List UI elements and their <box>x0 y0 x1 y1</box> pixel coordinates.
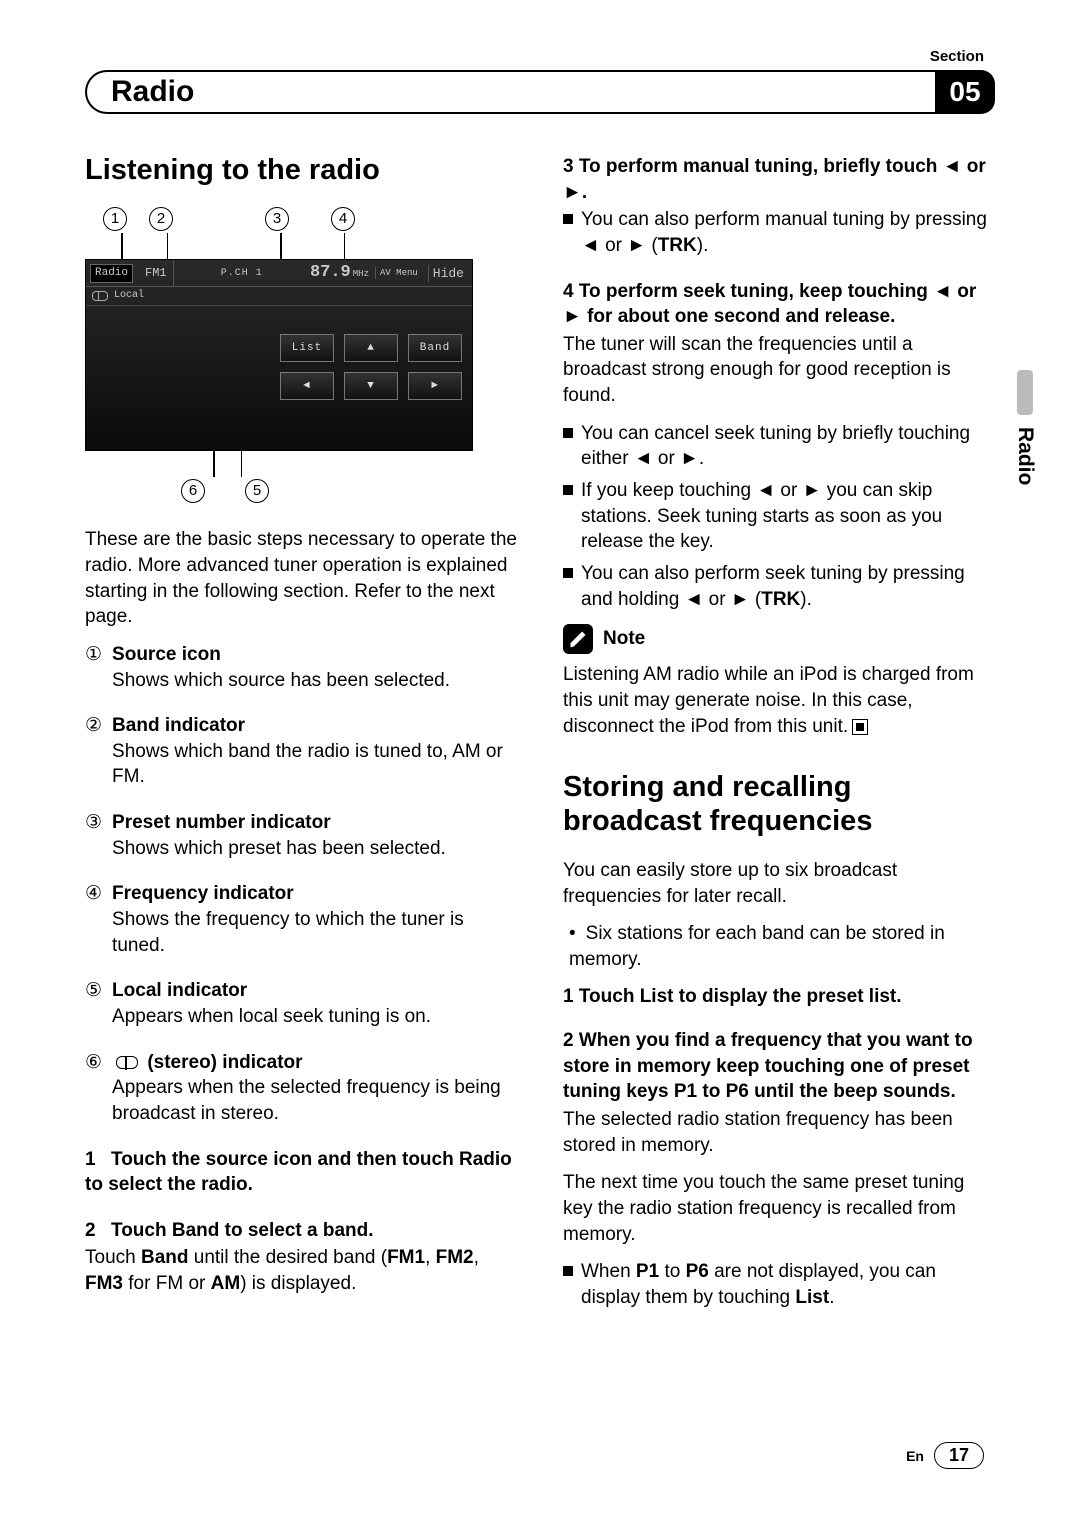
step-3-bullet-1: You can also perform manual tuning by pr… <box>563 207 995 258</box>
item-2-num: ② <box>85 713 102 808</box>
item-3-desc: Shows which preset has been selected. <box>112 836 517 862</box>
item-5-desc: Appears when local seek tuning is on. <box>112 1004 517 1030</box>
item-1-title: Source icon <box>112 642 517 668</box>
storing-intro: You can easily store up to six broadcast… <box>563 858 995 909</box>
item-6-desc: Appears when the selected frequency is b… <box>112 1075 517 1126</box>
step-2-title: 2Touch Band to select a band. <box>85 1218 517 1244</box>
screen-list-button: List <box>280 334 334 362</box>
square-bullet-icon <box>563 568 573 578</box>
stereo-inline-icon <box>116 1056 138 1069</box>
note-text: Listening AM radio while an iPod is char… <box>563 662 995 739</box>
item-2-desc: Shows which band the radio is tuned to, … <box>112 739 517 790</box>
item-3-num: ③ <box>85 810 102 879</box>
section-title: Radio <box>111 75 194 109</box>
callout-1: 1 <box>103 207 127 231</box>
callout-4: 4 <box>331 207 355 231</box>
callout-6: 6 <box>181 479 205 503</box>
square-bullet-icon <box>563 1266 573 1276</box>
callout-2: 2 <box>149 207 173 231</box>
item-4-title: Frequency indicator <box>112 881 517 907</box>
screen-down-button: ▼ <box>344 372 398 400</box>
item-5-title: Local indicator <box>112 978 517 1004</box>
note-label: Note <box>603 626 645 652</box>
item-4-num: ④ <box>85 881 102 976</box>
screen-frequency: 87.9 <box>310 262 351 285</box>
step-4-bullet-2: If you keep touching ◄ or ► you can skip… <box>563 478 995 555</box>
screen-hide: Hide <box>428 265 468 283</box>
item-3-title: Preset number indicator <box>112 810 517 836</box>
screen-av-menu: AV Menu <box>375 267 422 279</box>
item-5-num: ⑤ <box>85 978 102 1047</box>
store-bullet-1: When P1 to P6 are not displayed, you can… <box>563 1259 995 1310</box>
heading-listening: Listening to the radio <box>85 154 517 187</box>
section-number-badge: 05 <box>935 70 995 114</box>
note-icon <box>563 624 593 654</box>
store-step-2: 2 When you find a frequency that you wan… <box>563 1028 995 1105</box>
section-label: Section <box>930 48 984 65</box>
stereo-icon <box>92 291 108 301</box>
step-4-title: 4 To perform seek tuning, keep touching … <box>563 279 995 330</box>
section-header-bar: Radio 05 <box>85 70 995 114</box>
item-4-desc: Shows the frequency to which the tuner i… <box>112 907 517 958</box>
heading-storing: Storing and recalling broadcast frequenc… <box>563 771 995 838</box>
footer-language: En <box>906 1448 924 1464</box>
step-3-title: 3 To perform manual tuning, briefly touc… <box>563 154 995 205</box>
callout-3: 3 <box>265 207 289 231</box>
step-4-bullet-3: You can also perform seek tuning by pres… <box>563 561 995 612</box>
screen-left-button: ◄ <box>280 372 334 400</box>
side-tab-text: Radio <box>1013 427 1037 485</box>
page-footer: En 17 <box>906 1442 984 1469</box>
callout-5: 5 <box>245 479 269 503</box>
storing-bullet: Six stations for each band can be stored… <box>563 921 995 972</box>
intro-paragraph: These are the basic steps necessary to o… <box>85 527 517 630</box>
note-block: Note <box>563 624 995 654</box>
store-step-1: 1 Touch List to display the preset list. <box>563 984 995 1010</box>
screen-band-button: Band <box>408 334 462 362</box>
square-bullet-icon <box>563 428 573 438</box>
screen-local: Local <box>114 289 144 303</box>
step-2-body: Touch Band until the desired band (FM1, … <box>85 1245 517 1296</box>
radio-screen: Radio FM1 P.CH 1 87.9 MHz AV Menu Hide L… <box>85 259 473 451</box>
item-6-title: (stereo) indicator <box>112 1050 517 1076</box>
screen-band: FM1 <box>139 260 174 286</box>
left-column: Listening to the radio 1 2 3 4 Radio <box>85 154 517 1317</box>
page-number: 17 <box>934 1442 984 1469</box>
end-section-icon <box>852 719 868 735</box>
side-tab-marker <box>1017 370 1033 415</box>
screen-preset: P.CH 1 <box>180 267 304 281</box>
screen-right-button: ► <box>408 372 462 400</box>
screen-up-button: ▲ <box>344 334 398 362</box>
item-6-num: ⑥ <box>85 1050 102 1145</box>
step-4-bullet-1: You can cancel seek tuning by briefly to… <box>563 421 995 472</box>
screen-source-icon: Radio <box>90 264 133 283</box>
side-tab: Radio <box>1010 370 1040 520</box>
square-bullet-icon <box>563 485 573 495</box>
square-bullet-icon <box>563 214 573 224</box>
step-4-body: The tuner will scan the frequencies unti… <box>563 332 995 409</box>
item-1-num: ① <box>85 642 102 711</box>
screen-frequency-unit: MHz <box>353 268 369 280</box>
radio-screen-diagram: 1 2 3 4 Radio FM1 P.CH 1 <box>85 207 517 503</box>
right-column: 3 To perform manual tuning, briefly touc… <box>563 154 995 1317</box>
step-1-title: 1Touch the source icon and then touch Ra… <box>85 1147 517 1198</box>
store-body-2: The next time you touch the same preset … <box>563 1170 995 1247</box>
item-1-desc: Shows which source has been selected. <box>112 668 517 694</box>
item-2-title: Band indicator <box>112 713 517 739</box>
store-body-1: The selected radio station frequency has… <box>563 1107 995 1158</box>
